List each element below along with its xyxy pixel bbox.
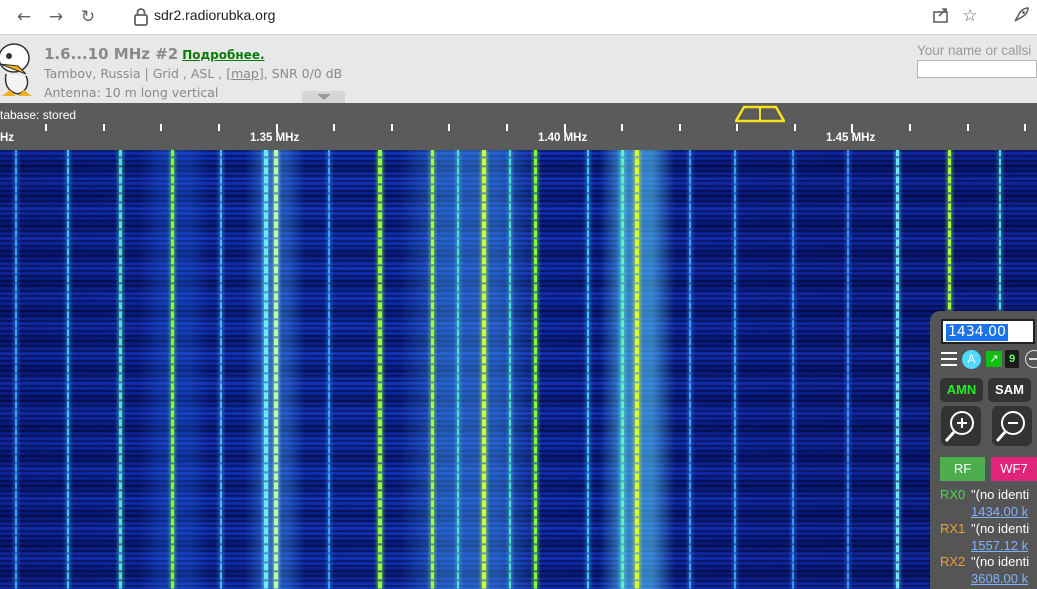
- waterfall-signal-line: [264, 150, 268, 589]
- reload-icon[interactable]: ↻: [77, 6, 99, 28]
- minus-circle-icon[interactable]: [1025, 350, 1037, 368]
- scale-tick: [736, 124, 738, 131]
- zoom-in-button[interactable]: [941, 406, 981, 446]
- rx1-frequency-link[interactable]: 1557.12 k: [971, 538, 1028, 553]
- waterfall-signal-line: [15, 150, 17, 589]
- waterfall-noise-band: [400, 150, 540, 589]
- waterfall-signal-line: [689, 150, 691, 589]
- lock-icon[interactable]: [132, 6, 150, 28]
- zoom-out-icon: [995, 411, 1025, 442]
- scale-tick: [45, 124, 47, 131]
- external-link-icon[interactable]: ↗: [986, 351, 1002, 367]
- scale-tick: [218, 124, 220, 131]
- mode-amn-button[interactable]: AMN: [940, 378, 983, 402]
- scale-tick: [391, 124, 393, 131]
- back-icon[interactable]: ←: [13, 6, 35, 28]
- antenna-info: Antenna: 10 m long vertical: [44, 85, 219, 100]
- scale-tick: [333, 124, 335, 131]
- waterfall-signal-line: [734, 150, 736, 589]
- rx2-name: "(no identi: [971, 554, 1030, 569]
- scale-label: 1.45 MHz: [826, 132, 876, 144]
- waterfall-signal-line: [587, 150, 589, 589]
- rx1-label: RX1: [940, 521, 966, 536]
- rx2-frequency-link[interactable]: 3608.00 k: [971, 571, 1028, 586]
- name-callsign-label: Your name or callsi: [917, 43, 1032, 58]
- scale-tick: [621, 124, 623, 131]
- scale-tick: [679, 124, 681, 131]
- waterfall-signal-line: [119, 150, 122, 589]
- waterfall-signal-line: [457, 150, 459, 589]
- rx1-name: "(no identi: [971, 521, 1030, 536]
- collapse-header-button[interactable]: [302, 91, 345, 103]
- waterfall-signal-line: [621, 150, 624, 589]
- scale-tick: [909, 124, 911, 131]
- passband-indicator[interactable]: [734, 104, 786, 124]
- rocket-icon[interactable]: [1010, 5, 1032, 27]
- rx0-frequency-link[interactable]: 1434.00 k: [971, 504, 1028, 519]
- frequency-scale[interactable]: [0, 103, 1037, 150]
- scale-label: 1.35 MHz: [250, 132, 300, 144]
- menu-icon[interactable]: [941, 352, 957, 366]
- waterfall-signal-line: [482, 150, 486, 589]
- penguin-logo: [0, 36, 36, 100]
- rx0-name: "(no identi: [971, 487, 1030, 502]
- receiver-title: 1.6...10 MHz #2 Подробнее.: [44, 45, 265, 63]
- zoom-out-button[interactable]: [992, 406, 1032, 446]
- scale-tick: [160, 124, 162, 131]
- map-link[interactable]: [map]: [226, 66, 264, 81]
- wf-tab-button[interactable]: WF7: [991, 457, 1037, 481]
- forward-icon[interactable]: →: [45, 6, 67, 28]
- scale-tick: [448, 124, 450, 131]
- agc-button[interactable]: A: [962, 350, 981, 369]
- waterfall-signal-line: [896, 150, 899, 589]
- location-line: Tambov, Russia | Grid , ASL , [map], SNR…: [44, 66, 343, 81]
- scale-label: 1.40 MHz: [538, 132, 588, 144]
- scale-tick: [103, 124, 105, 131]
- waterfall-signal-line: [534, 150, 537, 589]
- scale-tick: [967, 124, 969, 131]
- waterfall-signal-line: [67, 150, 69, 589]
- waterfall-signal-line: [509, 150, 511, 589]
- browser-toolbar: ← → ↻ sdr2.radiorubka.org ☆: [0, 0, 1037, 35]
- waterfall-signal-line: [274, 150, 278, 589]
- channel-nine-button[interactable]: 9: [1005, 350, 1019, 368]
- waterfall-signal-line: [847, 150, 849, 589]
- zoom-in-icon: [944, 411, 974, 442]
- scale-tick: [794, 124, 796, 131]
- chevron-down-icon: [317, 94, 331, 100]
- rf-tab-button[interactable]: RF: [940, 457, 985, 481]
- waterfall-signal-line: [171, 150, 174, 589]
- rx0-label: RX0: [940, 487, 966, 502]
- mode-sam-button[interactable]: SAM: [988, 378, 1031, 402]
- frequency-input[interactable]: 1434.00: [941, 319, 1035, 344]
- more-info-link[interactable]: Подробнее.: [182, 48, 264, 62]
- address-bar[interactable]: sdr2.radiorubka.org: [154, 7, 275, 23]
- waterfall-display[interactable]: [0, 150, 1037, 589]
- scale-tick: [1024, 124, 1026, 131]
- waterfall-signal-line: [635, 150, 639, 589]
- waterfall-signal-line: [378, 150, 382, 589]
- bookmark-star-icon[interactable]: ☆: [959, 5, 981, 27]
- scale-tick: [506, 124, 508, 131]
- waterfall-signal-line: [792, 150, 794, 589]
- scale-label: Hz: [0, 132, 15, 144]
- name-callsign-input[interactable]: [917, 60, 1037, 78]
- waterfall-signal-line: [220, 150, 222, 589]
- waterfall-signal-line: [328, 150, 330, 589]
- database-status: tabase: stored: [0, 108, 77, 122]
- waterfall-signal-line: [431, 150, 434, 589]
- waterfall-noise-band: [140, 150, 210, 589]
- rx2-label: RX2: [940, 554, 966, 569]
- share-icon[interactable]: [930, 5, 952, 27]
